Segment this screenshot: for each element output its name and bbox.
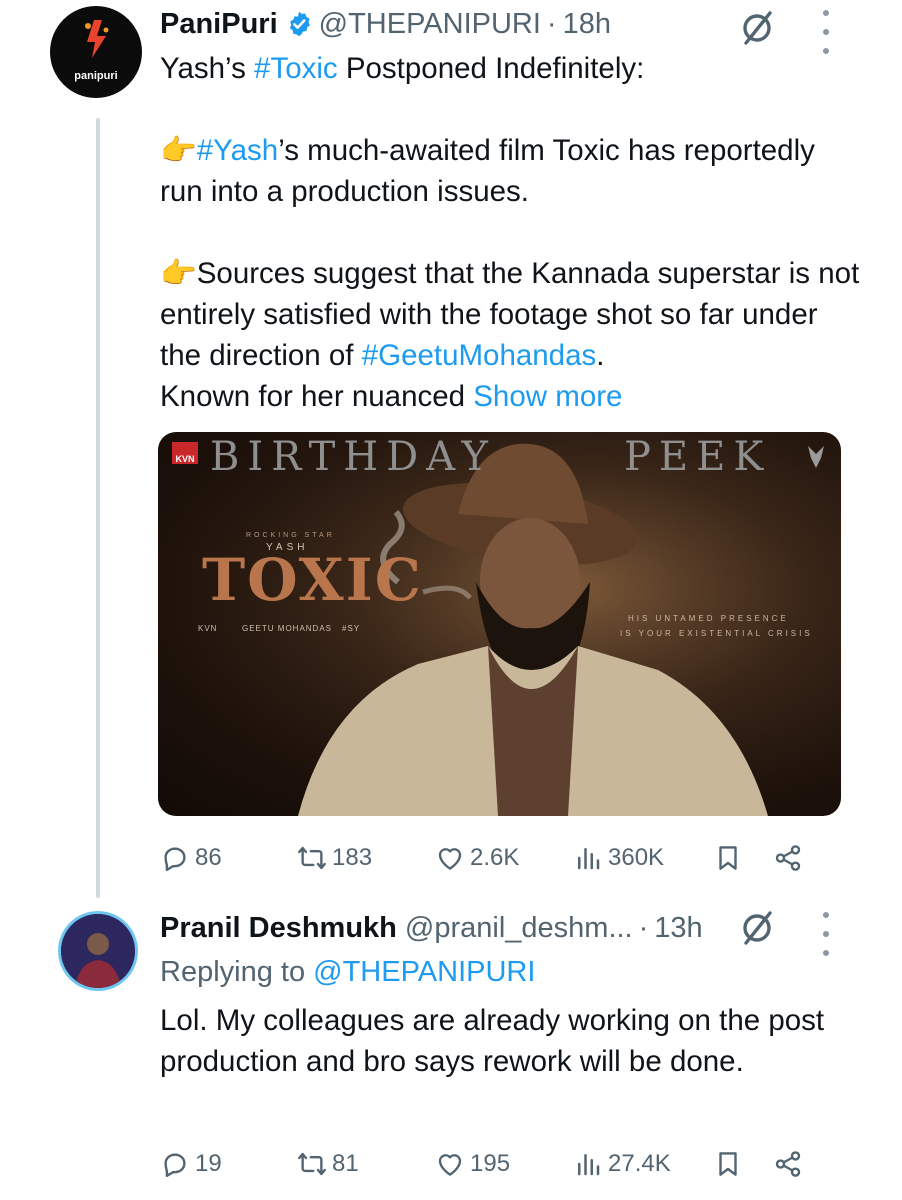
reply-icon xyxy=(164,847,186,872)
avatar-text: panipuri xyxy=(74,70,118,82)
grok-icon[interactable] xyxy=(737,8,777,48)
reply-author-handle[interactable]: @pranil_deshm... xyxy=(405,908,633,948)
kvn-badge: KVN xyxy=(172,442,198,464)
person-avatar-icon xyxy=(61,914,135,988)
like-button[interactable]: 195 xyxy=(435,1149,573,1179)
reply-more-options-icon[interactable] xyxy=(820,912,832,956)
reply-icon xyxy=(164,1153,186,1178)
timestamp[interactable]: 18h xyxy=(563,4,611,44)
reply-count: 86 xyxy=(195,844,222,871)
heart-icon xyxy=(438,848,462,870)
author-handle[interactable]: @THEPANIPURI xyxy=(319,4,541,44)
reply-text: Lol. My colleagues are already working o… xyxy=(160,1004,825,1078)
retweet-button[interactable]: 183 xyxy=(297,843,435,873)
grok-icon[interactable] xyxy=(737,908,777,948)
pointing-hand-emoji: 👉 xyxy=(160,134,197,167)
hashtag-geetumohandas[interactable]: #GeetuMohandas xyxy=(362,339,597,372)
reply-button[interactable]: 19 xyxy=(160,1149,297,1179)
pointing-hand-emoji: 👉 xyxy=(160,257,197,290)
tagline-line2: IS YOUR EXISTENTIAL CRISIS xyxy=(620,629,813,638)
share-button[interactable] xyxy=(773,843,803,873)
panipuri-logo-icon xyxy=(85,20,109,58)
credit-director: GEETU MOHANDAS xyxy=(242,624,333,633)
share-icon xyxy=(775,845,801,871)
tweet-image[interactable]: KVN BIRTHDAY PEEK ROCKING STAR YASH TOXI… xyxy=(158,432,841,816)
share-button[interactable] xyxy=(773,1149,803,1179)
reply-count: 19 xyxy=(195,1150,222,1177)
thread-connector-line xyxy=(96,118,100,898)
bookmark-button[interactable] xyxy=(713,843,773,873)
verified-badge-icon xyxy=(289,11,310,37)
banner-left-text: BIRTHDAY xyxy=(210,434,496,480)
retweet-count: 183 xyxy=(332,844,373,871)
bookmark-icon xyxy=(719,846,737,870)
view-count: 27.4K xyxy=(608,1150,671,1177)
banner-right-text: PEEK xyxy=(624,434,772,480)
credit-kvn: KVN xyxy=(198,624,218,633)
reply-header: Pranil Deshmukh @pranil_deshm... · 13h xyxy=(160,908,703,948)
hashtag-toxic[interactable]: #Toxic xyxy=(254,52,338,85)
like-button[interactable]: 2.6K xyxy=(435,843,573,873)
reply-button[interactable]: 86 xyxy=(160,843,297,873)
reply-avatar[interactable] xyxy=(61,914,135,988)
retweet-count: 81 xyxy=(332,1150,359,1177)
views-icon xyxy=(578,848,600,870)
retweet-icon xyxy=(298,1152,326,1176)
separator-dot: · xyxy=(546,8,557,40)
studio-emblem-icon xyxy=(808,446,824,468)
like-count: 2.6K xyxy=(470,844,520,871)
credit-sy: #SY xyxy=(342,624,361,633)
like-count: 195 xyxy=(470,1150,511,1177)
view-count: 360K xyxy=(608,844,665,871)
replying-to-handle[interactable]: @THEPANIPURI xyxy=(313,956,535,988)
avatar[interactable]: panipuri xyxy=(50,6,142,98)
hashtag-yash[interactable]: #Yash xyxy=(197,134,278,167)
bookmark-icon xyxy=(719,1152,737,1176)
retweet-button[interactable]: 81 xyxy=(297,1149,435,1179)
rocking-star-text: ROCKING STAR xyxy=(246,532,335,539)
views-button[interactable]: 360K xyxy=(573,843,713,873)
views-button[interactable]: 27.4K xyxy=(573,1149,713,1179)
views-icon xyxy=(578,1154,600,1176)
tweet-text: Yash’s #Toxic Postponed Indefinitely: 👉#… xyxy=(160,52,860,413)
reply-timestamp[interactable]: 13h xyxy=(654,908,702,948)
bookmark-button[interactable] xyxy=(713,1149,773,1179)
replying-to: Replying to @THEPANIPURI xyxy=(160,956,536,988)
tagline-line1: HIS UNTAMED PRESENCE xyxy=(628,614,789,623)
poster-title: TOXIC xyxy=(202,546,423,614)
heart-icon xyxy=(438,1154,462,1176)
share-icon xyxy=(775,1151,801,1177)
tweet-actions: 86 183 2.6K 360K xyxy=(160,838,840,878)
separator-dot: · xyxy=(638,912,649,944)
retweet-icon xyxy=(298,846,326,870)
reply-author-name[interactable]: Pranil Deshmukh xyxy=(160,908,397,948)
reply-actions: 19 81 195 27.4K xyxy=(160,1144,840,1184)
show-more-link[interactable]: Show more xyxy=(473,380,622,413)
author-name[interactable]: PaniPuri xyxy=(160,4,278,44)
tweet-header: PaniPuri @THEPANIPURI · 18h xyxy=(160,4,611,44)
